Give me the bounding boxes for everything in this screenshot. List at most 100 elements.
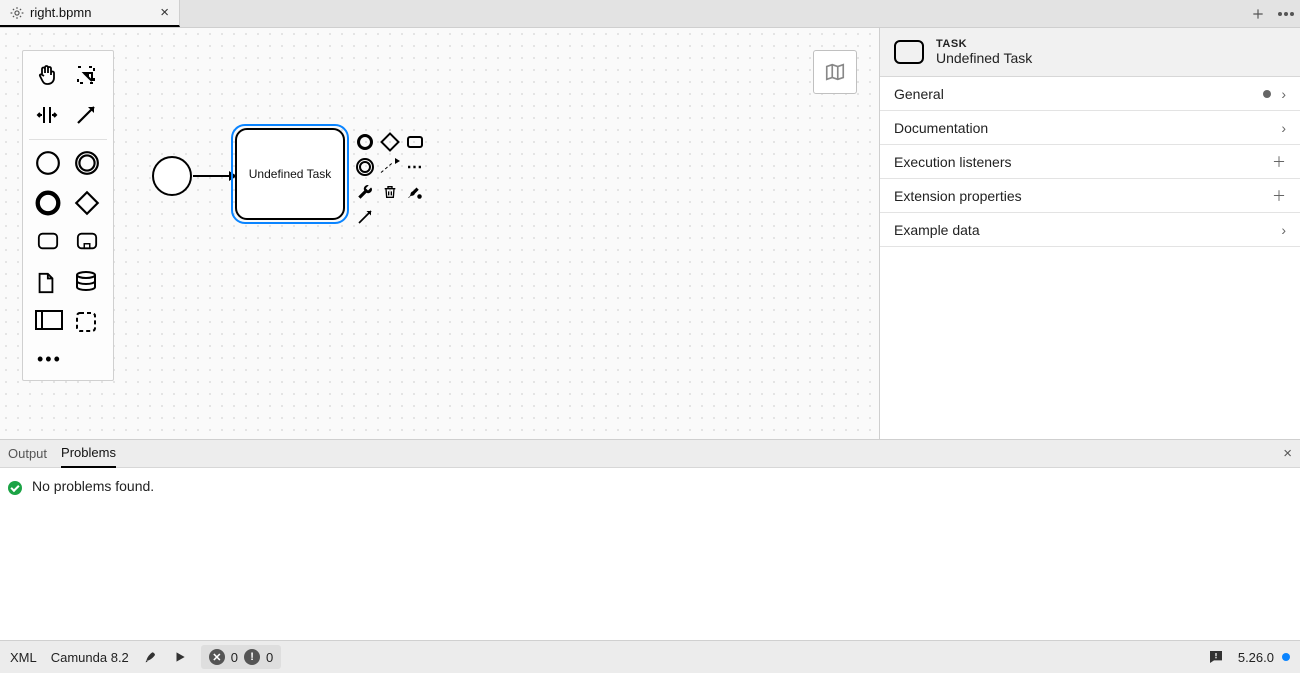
start-event-icon [35,150,63,178]
section-label: Example data [894,222,980,238]
ctxpad-append-gateway[interactable] [379,131,401,153]
status-feedback[interactable] [1208,649,1224,665]
task-icon [407,136,423,148]
ctxpad-append-end-event[interactable] [354,131,376,153]
palette-data-store[interactable] [68,264,107,304]
update-dot-icon [1282,653,1290,661]
lasso-icon [74,63,102,91]
context-pad: ⋯ [354,131,426,228]
problems-message: No problems found. [32,478,154,494]
palette-lasso-tool[interactable] [68,57,107,97]
status-xml-toggle[interactable]: XML [10,650,37,665]
palette-gateway[interactable] [68,184,107,224]
ctxpad-append-task[interactable] [404,131,426,153]
success-icon [8,481,22,495]
task-icon [35,230,63,258]
tab-menu-button[interactable] [1272,0,1300,27]
ctxpad-color[interactable] [404,181,426,203]
subprocess-icon [74,230,102,258]
status-problems-summary[interactable]: ✕ 0 ! 0 [201,645,281,669]
error-icon: ✕ [209,649,225,665]
paint-icon [406,183,424,201]
element-type-label: TASK [936,38,1032,50]
element-name: Undefined Task [936,50,1032,66]
end-event-icon [357,134,373,150]
section-execution-listeners[interactable]: Execution listeners ＋ [880,145,1300,179]
ctxpad-append-intermediate[interactable] [354,156,376,178]
section-documentation[interactable]: Documentation › [880,111,1300,145]
palette-space-tool[interactable] [29,97,68,137]
section-label: Execution listeners [894,154,1012,170]
palette-intermediate-event[interactable] [68,144,107,184]
section-general[interactable]: General › [880,77,1300,111]
canvas[interactable]: ••• Undefined Task ⋯ [0,28,880,439]
new-tab-button[interactable] [1244,0,1272,27]
status-version[interactable]: 5.26.0 [1238,650,1290,665]
palette-participant[interactable] [29,304,68,344]
play-icon [173,650,187,664]
gateway-icon [74,190,102,218]
task-label: Undefined Task [249,167,332,181]
properties-header: TASK Undefined Task [880,28,1300,77]
ctxpad-connect-message[interactable] [379,156,401,178]
connect-icon [356,208,374,226]
sequence-flow[interactable] [193,175,235,177]
section-label: General [894,86,944,102]
status-platform-label: Camunda 8.2 [51,650,129,665]
intermediate-event-icon [356,158,374,176]
close-tab-icon[interactable]: × [160,4,169,21]
tab-strip: right.bpmn × [0,0,1300,28]
palette-more[interactable]: ••• [29,344,107,374]
tabstrip-spacer [180,0,1244,27]
ellipsis-icon: ⋯ [407,157,424,177]
chevron-right-icon: › [1281,86,1286,102]
ctxpad-delete[interactable] [379,181,401,203]
intermediate-event-icon [74,150,102,178]
section-example-data[interactable]: Example data › [880,213,1300,247]
minimap-toggle[interactable] [813,50,857,94]
start-event-shape[interactable] [152,156,192,196]
wrench-icon [356,183,374,201]
tab-file[interactable]: right.bpmn × [0,0,180,27]
ctxpad-connect[interactable] [354,206,376,228]
status-platform[interactable]: Camunda 8.2 [51,650,129,665]
palette-data-object[interactable] [29,264,68,304]
end-event-icon [35,190,63,218]
version-text: 5.26.0 [1238,650,1274,665]
map-icon [824,61,846,83]
gateway-icon [380,132,400,152]
feedback-icon [1208,649,1224,665]
palette-start-event[interactable] [29,144,68,184]
section-label: Extension properties [894,188,1022,204]
section-extension-properties[interactable]: Extension properties ＋ [880,179,1300,213]
work-area: ••• Undefined Task ⋯ [0,28,1300,440]
plus-icon[interactable]: ＋ [1272,186,1286,206]
status-deploy[interactable] [143,649,159,665]
palette-task[interactable] [29,224,68,264]
properties-panel: TASK Undefined Task General › Documentat… [880,28,1300,439]
ctxpad-change-type[interactable] [354,181,376,203]
palette-hand-tool[interactable] [29,57,68,97]
plus-icon[interactable]: ＋ [1272,152,1286,172]
tab-problems[interactable]: Problems [61,439,116,468]
palette-group[interactable] [68,304,107,344]
bottom-panel-tabs: Output Problems × [0,440,1300,468]
tab-output[interactable]: Output [8,440,47,467]
warning-icon: ! [244,649,260,665]
status-run[interactable] [173,650,187,664]
data-store-icon [74,270,102,298]
status-xml-label: XML [10,650,37,665]
modified-indicator-icon [1263,90,1271,98]
participant-icon [35,310,63,338]
palette-subprocess[interactable] [68,224,107,264]
ctxpad-more[interactable]: ⋯ [404,156,426,178]
problems-body: No problems found. [0,468,1300,640]
space-tool-icon [35,103,63,131]
canvas-grid [0,28,879,439]
group-icon [74,310,102,338]
close-panel-icon[interactable]: × [1283,445,1292,462]
connect-icon [74,103,102,131]
palette-connect-tool[interactable] [68,97,107,137]
palette-end-event[interactable] [29,184,68,224]
task-shape[interactable]: Undefined Task [235,128,345,220]
